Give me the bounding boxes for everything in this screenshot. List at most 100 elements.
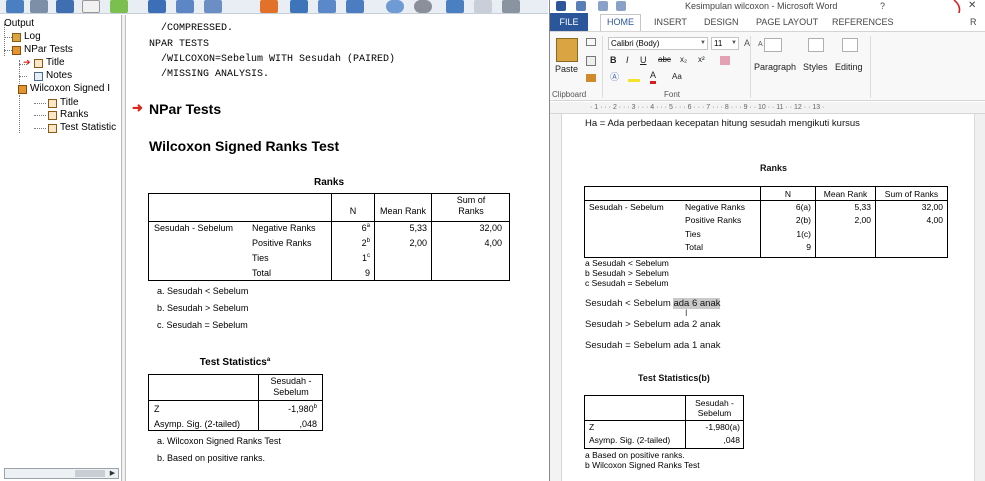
outline-item-wilcoxon-title[interactable]: Title: [48, 97, 79, 109]
tab-insert[interactable]: INSERT: [654, 15, 687, 29]
title-icon: [48, 98, 57, 108]
output-content-pane: /COMPRESSED. NPAR TESTS /WILCOXON=Sebelu…: [127, 15, 548, 481]
outline-item-log[interactable]: Log: [12, 31, 41, 43]
paragraph-icon[interactable]: [764, 38, 782, 52]
ribbon-tab-bar: FILE HOME INSERT DESIGN PAGE LAYOUT REFE…: [550, 13, 985, 31]
save-icon[interactable]: [30, 0, 48, 13]
vertical-scrollbar[interactable]: [974, 114, 985, 481]
use-sets-icon[interactable]: [414, 0, 432, 13]
syntax-line: /MISSING ANALYSIS.: [161, 69, 270, 80]
tab-more[interactable]: R: [970, 15, 977, 29]
clipboard-group-label: Clipboard: [552, 90, 587, 99]
outline-item-npar-tests[interactable]: NPar Tests: [12, 44, 73, 56]
tab-design[interactable]: DESIGN: [704, 15, 739, 29]
designate-window-icon[interactable]: [502, 0, 520, 13]
tab-page-layout[interactable]: PAGE LAYOUT: [756, 15, 818, 29]
font-size-select[interactable]: 11 ▼: [711, 37, 739, 50]
ranks-row-label: Ties: [252, 253, 269, 263]
outline-item-ranks[interactable]: Ranks: [48, 109, 88, 121]
ranks-footnote: c. Sesudah = Sebelum: [157, 320, 248, 330]
editing-button[interactable]: Editing: [835, 62, 863, 72]
outline-item-title[interactable]: Title: [34, 57, 65, 69]
highlight-color-icon[interactable]: [628, 72, 640, 82]
shrink-font-button[interactable]: A: [758, 39, 763, 51]
ts-footnote: a. Wilcoxon Signed Ranks Test: [157, 436, 281, 446]
undo-icon[interactable]: [598, 1, 608, 11]
binoculars-icon[interactable]: [842, 38, 858, 52]
tab-home[interactable]: HOME: [600, 14, 641, 31]
text-effects-icon[interactable]: Ⓐ: [610, 71, 619, 83]
save-icon[interactable]: [576, 1, 586, 11]
ranks-cell-sum: 4,00: [484, 238, 502, 248]
outline-item-notes[interactable]: Notes: [34, 70, 72, 82]
open-icon[interactable]: [6, 0, 24, 13]
horizontal-ruler[interactable]: · 1 · · · 2 · · · 3 · · · 4 · · · 5 · · …: [550, 102, 985, 114]
clear-formatting-icon[interactable]: [720, 56, 730, 65]
outline-horizontal-scrollbar[interactable]: ▶: [4, 468, 119, 479]
show-all-icon[interactable]: [446, 0, 464, 13]
scroll-right-icon[interactable]: ▶: [108, 469, 117, 478]
undo-icon[interactable]: [176, 0, 194, 13]
cut-icon[interactable]: [586, 38, 596, 46]
print-icon[interactable]: [56, 0, 74, 13]
strikethrough-button[interactable]: abc: [658, 54, 671, 66]
bold-button[interactable]: B: [610, 54, 617, 66]
spelling-icon[interactable]: [474, 0, 492, 13]
recall-dialog-icon[interactable]: [110, 0, 128, 13]
font-size-value: 11: [714, 39, 723, 48]
text-cursor-icon: Ι: [685, 308, 688, 318]
redo-icon[interactable]: [616, 1, 626, 11]
change-case-button[interactable]: Aa: [672, 71, 682, 83]
ts-z-value: -1,980b: [288, 404, 317, 414]
goto-data-icon[interactable]: [148, 0, 166, 13]
outline-item-label: Output: [4, 18, 35, 29]
font-name-select[interactable]: Calibri (Body) ▼: [608, 37, 708, 50]
ranks-pair-label: Sesudah - Sebelum: [154, 223, 234, 233]
font-color-icon[interactable]: A: [650, 70, 657, 84]
doc-line-equal: Sesudah = Sebelum ada 1 anak: [585, 340, 721, 351]
spss-output-viewer: Output Log NPar Tests ➜ Title Notes Wilc…: [0, 0, 548, 481]
close-button[interactable]: ✕: [968, 0, 976, 12]
outline-item-label: NPar Tests: [24, 44, 73, 55]
subscript-button[interactable]: x₂: [680, 54, 687, 66]
doc-ranks-footnote: a Sesudah < Sebelum: [585, 258, 669, 268]
underline-button[interactable]: U: [640, 54, 647, 66]
styles-button[interactable]: Styles: [803, 62, 828, 72]
table-icon: [48, 123, 57, 133]
paragraph-button[interactable]: Paragraph: [754, 62, 796, 72]
ranks-row-label: Positive Ranks: [252, 238, 312, 248]
superscript-button[interactable]: x²: [698, 54, 705, 66]
paste-button[interactable]: Paste: [555, 64, 578, 74]
split-file-icon[interactable]: [318, 0, 336, 13]
font-group-label: Font: [664, 90, 681, 99]
doc-ranks-cell-n: 1(c): [796, 229, 811, 239]
copy-icon[interactable]: [586, 56, 596, 66]
vertical-ruler[interactable]: [550, 114, 562, 481]
ranks-cell-n: 9: [364, 268, 370, 278]
italic-button[interactable]: I: [626, 54, 629, 66]
paste-icon[interactable]: [556, 38, 578, 62]
format-painter-icon[interactable]: [586, 74, 596, 82]
value-labels-icon[interactable]: [386, 0, 404, 13]
npar-tests-heading: NPar Tests: [149, 101, 222, 117]
screen: Output Log NPar Tests ➜ Title Notes Wilc…: [0, 0, 985, 481]
document-page[interactable]: Ha = Ada perbedaan kecepatan hitung sesu…: [563, 114, 973, 481]
find-icon[interactable]: [82, 0, 100, 13]
outline-item-test-statistics[interactable]: Test Statistic: [48, 122, 116, 134]
outline-item-output[interactable]: Output: [4, 18, 34, 30]
outline-item-wilcoxon[interactable]: Wilcoxon Signed I: [18, 83, 110, 95]
goto-case-icon[interactable]: [260, 0, 278, 13]
select-cases-icon[interactable]: [346, 0, 364, 13]
pane-splitter[interactable]: [122, 15, 126, 481]
styles-icon[interactable]: [808, 38, 824, 52]
ranks-table-caption: Ranks: [313, 177, 344, 188]
tab-references[interactable]: REFERENCES: [832, 15, 894, 29]
redo-icon[interactable]: [204, 0, 222, 13]
variables-icon[interactable]: [290, 0, 308, 13]
ts-sig-value: ,048: [299, 419, 317, 429]
help-button[interactable]: ?: [880, 0, 885, 12]
tab-file[interactable]: FILE: [550, 13, 588, 31]
scrollbar-thumb[interactable]: [75, 470, 105, 477]
selected-text[interactable]: ada 6 anak: [673, 298, 721, 309]
ranks-footnote: b. Sesudah > Sebelum: [157, 303, 249, 313]
